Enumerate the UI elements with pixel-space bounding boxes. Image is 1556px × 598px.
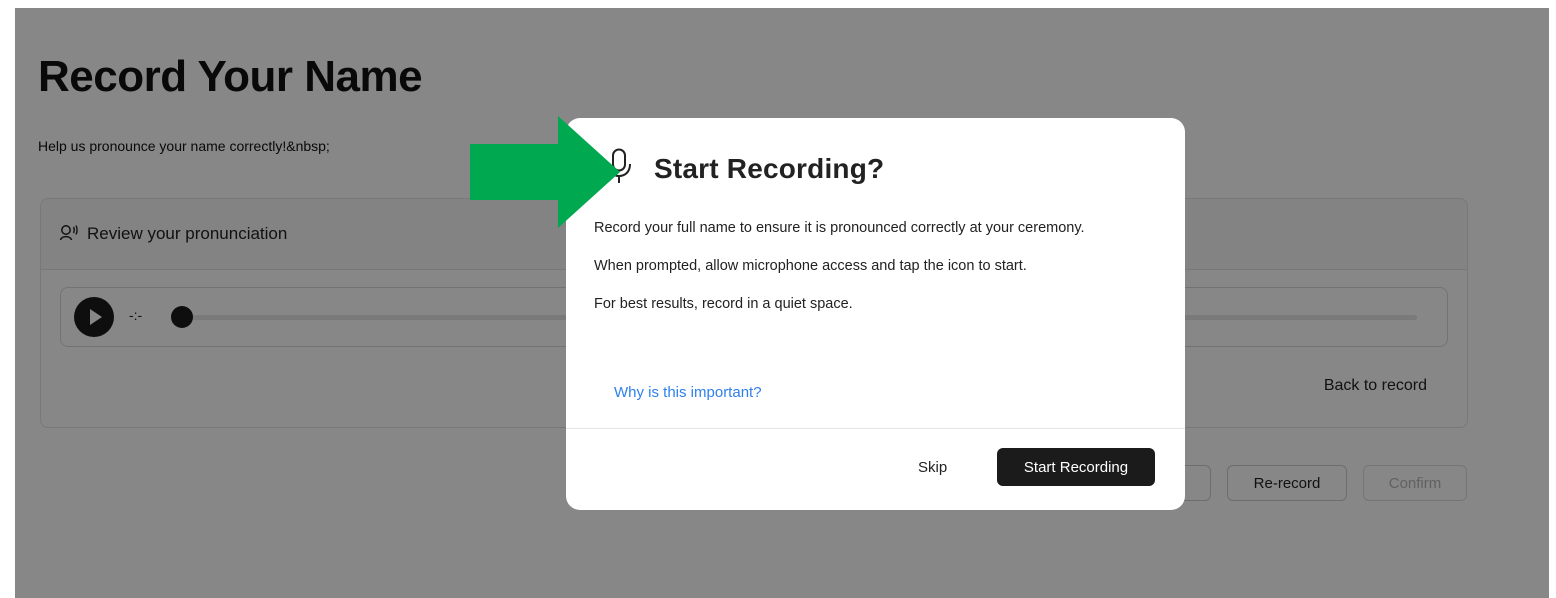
- skip-button[interactable]: Skip: [902, 448, 963, 486]
- dialog-title: Start Recording?: [654, 152, 885, 184]
- dialog-body: Record your full name to ensure it is pr…: [594, 216, 1154, 330]
- dialog-paragraph: When prompted, allow microphone access a…: [594, 258, 1027, 274]
- dialog-divider: [566, 428, 1185, 429]
- why-important-link[interactable]: Why is this important?: [614, 384, 762, 401]
- start-recording-button[interactable]: Start Recording: [997, 448, 1155, 486]
- dialog-header: Start Recording?: [606, 148, 884, 189]
- dialog-paragraph: For best results, record in a quiet spac…: [594, 296, 853, 312]
- annotation-arrow: [470, 116, 620, 228]
- start-recording-dialog: Start Recording? Record your full name t…: [566, 118, 1185, 510]
- dialog-paragraph: Record your full name to ensure it is pr…: [594, 220, 1085, 236]
